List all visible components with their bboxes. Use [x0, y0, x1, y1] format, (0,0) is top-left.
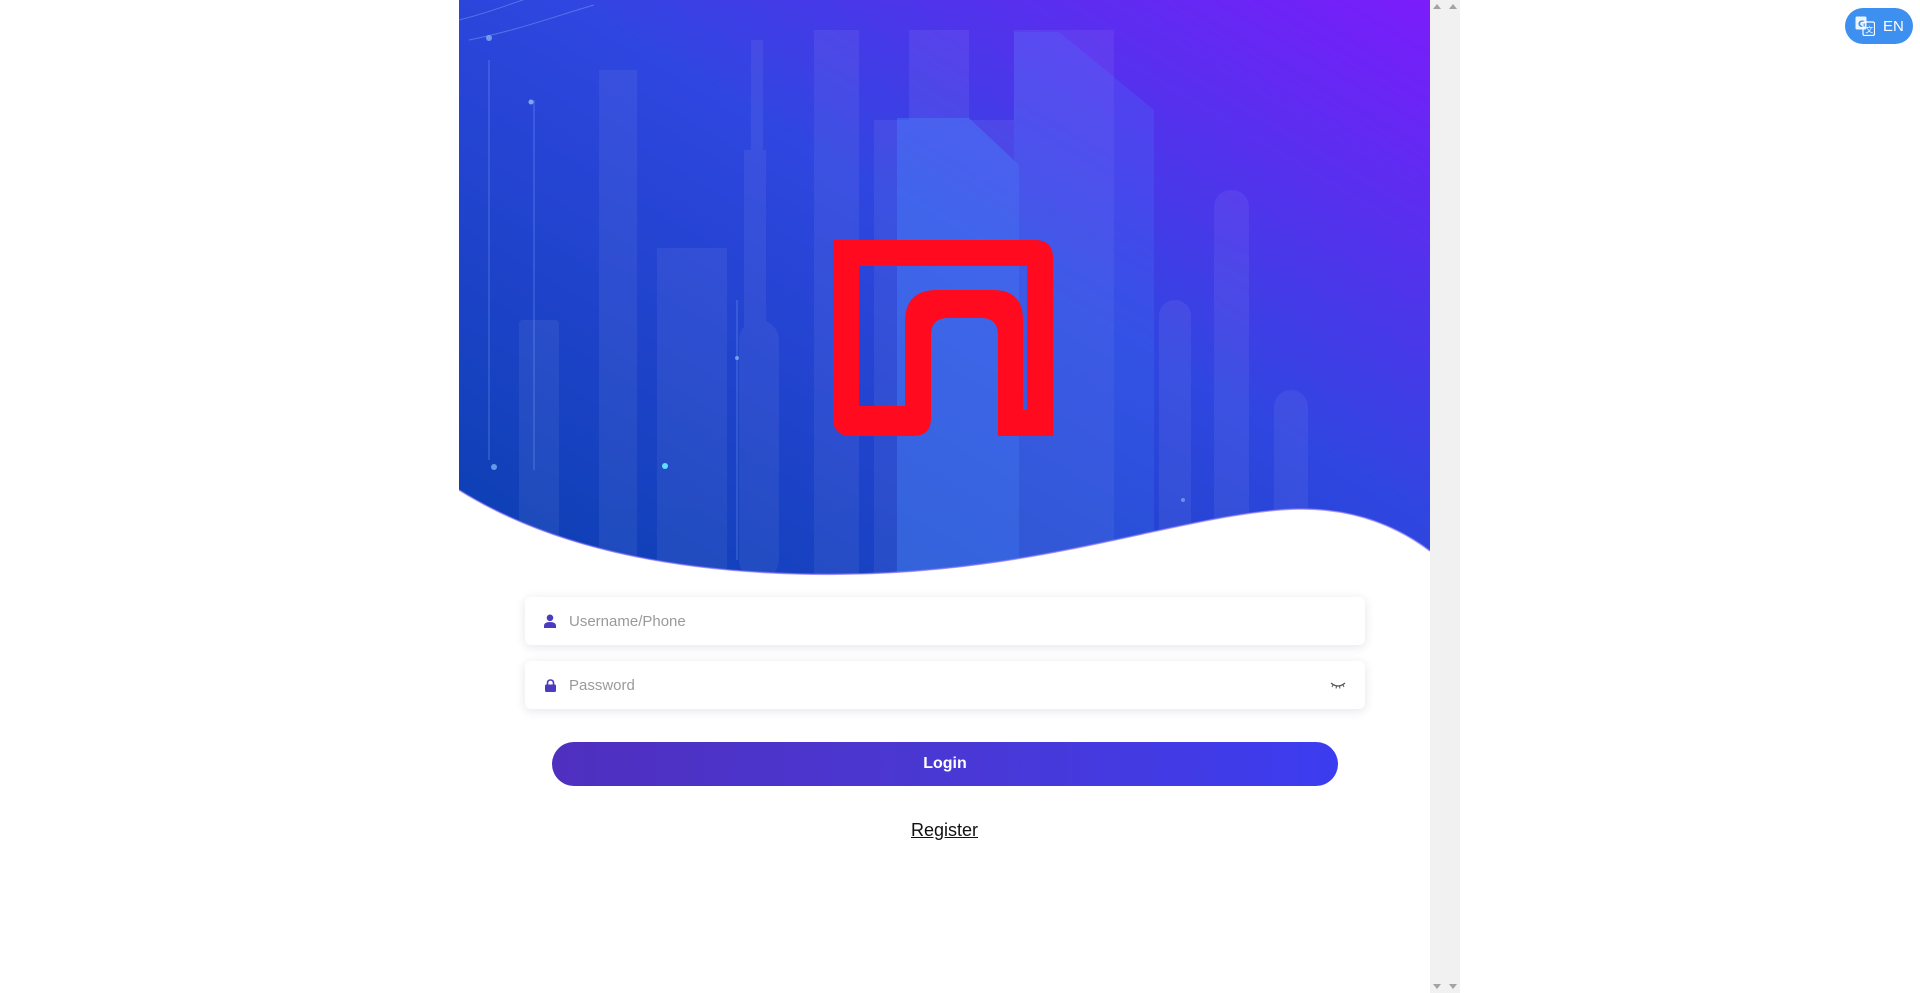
- brand-logo-icon: [833, 240, 1053, 436]
- username-field: [525, 597, 1365, 645]
- lock-icon: [543, 677, 557, 693]
- register-link[interactable]: Register: [459, 820, 1430, 841]
- language-switcher[interactable]: G 文 EN: [1845, 8, 1913, 44]
- hero-banner: [459, 0, 1430, 580]
- scroll-up-arrow-icon[interactable]: [1433, 4, 1441, 9]
- password-field: [525, 661, 1365, 709]
- scroll-down-arrow-icon-secondary[interactable]: [1449, 984, 1457, 989]
- translate-icon: G 文: [1855, 16, 1876, 37]
- language-label: EN: [1883, 17, 1904, 35]
- username-input[interactable]: [569, 597, 1365, 645]
- login-button[interactable]: Login: [552, 742, 1338, 786]
- page-scrollbar[interactable]: [1430, 0, 1460, 993]
- scroll-up-arrow-icon-secondary[interactable]: [1449, 4, 1457, 9]
- user-icon: [543, 613, 557, 629]
- eye-closed-icon[interactable]: [1329, 679, 1347, 691]
- scroll-down-arrow-icon[interactable]: [1433, 984, 1441, 989]
- password-input[interactable]: [569, 661, 1329, 709]
- login-page: Login Register: [459, 0, 1430, 993]
- svg-text:文: 文: [1865, 25, 1873, 35]
- login-form: [525, 597, 1365, 725]
